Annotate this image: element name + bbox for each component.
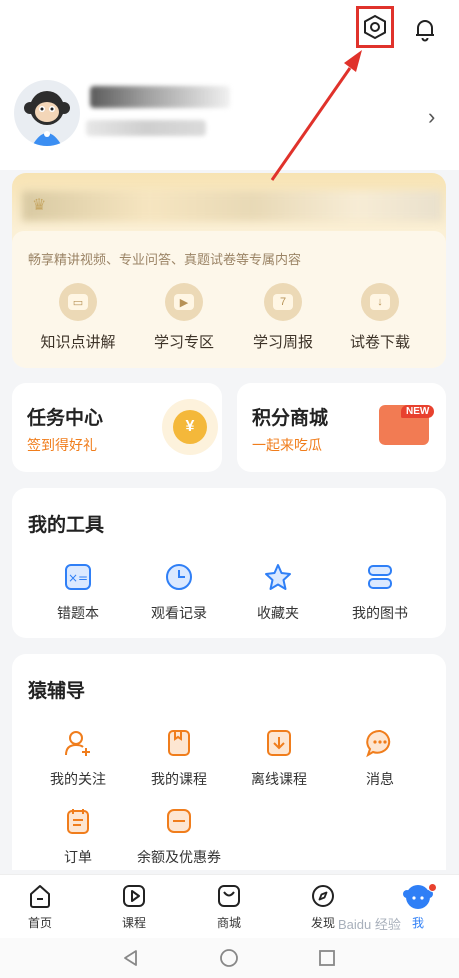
vip-item-weekly-report[interactable]: 7 学习周报 — [233, 283, 333, 352]
task-center-card[interactable]: 任务中心 签到得好礼 ¥ — [12, 383, 222, 472]
my-tools-card: 我的工具 ×= 错题本 观看记录 收藏夹 我的图书 — [12, 488, 446, 638]
vip-banner-blurred — [22, 191, 442, 221]
system-back-button[interactable] — [120, 947, 142, 969]
username-blurred — [90, 86, 230, 108]
tool-label: 消息 — [366, 771, 394, 787]
play-square-icon — [119, 881, 149, 911]
notification-button[interactable] — [410, 14, 440, 44]
tutor-card: 猿辅导 我的关注 我的课程 离线课程 消息 订单 余额及优惠券 — [12, 654, 446, 870]
back-triangle-icon — [124, 950, 137, 966]
tutor-my-courses[interactable]: 我的课程 — [129, 726, 229, 789]
tool-favorites[interactable]: 收藏夹 — [228, 560, 328, 623]
avatar[interactable] — [14, 80, 80, 146]
tutor-title: 猿辅导 — [28, 681, 86, 702]
crown-icon: ♛ — [32, 197, 47, 214]
task-center-title: 任务中心 — [27, 408, 104, 429]
star-icon — [261, 560, 295, 594]
tutor-following[interactable]: 我的关注 — [28, 726, 128, 789]
vip-item-label: 知识点讲解 — [40, 334, 116, 351]
chevron-right-icon: › — [428, 104, 436, 129]
vip-item-label: 学习周报 — [252, 334, 313, 351]
shop-icon — [214, 881, 244, 911]
bell-icon — [416, 20, 434, 42]
home-circle-icon — [220, 949, 238, 967]
vip-item-knowledge[interactable]: ▭ 知识点讲解 — [28, 283, 128, 352]
tool-wrong-questions[interactable]: ×= 错题本 — [28, 560, 128, 623]
knowledge-icon: ▭ — [59, 283, 97, 321]
tool-label: 观看记录 — [151, 605, 207, 621]
vip-benefits: 畅享精讲视频、专业问答、真题试卷等专属内容 ▭ 知识点讲解 ▶ 学习专区 7 学… — [12, 231, 446, 368]
download-icon: ↓ — [361, 283, 399, 321]
tab-courses[interactable]: 课程 — [94, 881, 174, 931]
tutor-offline-courses[interactable]: 离线课程 — [229, 726, 329, 789]
tab-label: 首页 — [27, 916, 52, 930]
tool-label: 订单 — [64, 849, 92, 865]
tab-home[interactable]: 首页 — [0, 881, 80, 931]
tab-mall[interactable]: 商城 — [189, 881, 269, 931]
vip-card[interactable]: ♛ 畅享精讲视频、专业问答、真题试卷等专属内容 ▭ 知识点讲解 ▶ 学习专区 7… — [12, 173, 446, 368]
tool-label: 我的课程 — [151, 771, 207, 787]
message-icon — [363, 726, 397, 760]
wrong-book-icon: ×= — [61, 560, 95, 594]
weekly-report-icon: 7 — [264, 283, 302, 321]
baidu-watermark: Baidu 经验 — [338, 917, 401, 932]
compass-icon — [308, 881, 338, 911]
new-badge: NEW — [401, 405, 435, 418]
system-home-button[interactable] — [218, 947, 240, 969]
books-icon — [363, 560, 397, 594]
wallet-icon — [162, 804, 196, 838]
vip-item-study-zone[interactable]: ▶ 学习专区 — [134, 283, 234, 352]
tool-label: 离线课程 — [251, 771, 307, 787]
notification-dot — [428, 883, 437, 892]
my-tools-title: 我的工具 — [28, 515, 105, 536]
tool-watch-history[interactable]: 观看记录 — [129, 560, 229, 623]
clock-icon — [162, 560, 196, 594]
tool-label: 余额及优惠券 — [137, 849, 221, 865]
settings-icon — [364, 14, 386, 40]
home-icon — [25, 881, 55, 911]
offline-download-icon — [262, 726, 296, 760]
course-book-icon — [162, 726, 196, 760]
tool-my-books[interactable]: 我的图书 — [330, 560, 430, 623]
order-icon — [61, 804, 95, 838]
svg-text:×=: ×= — [68, 571, 88, 585]
tutor-balance-coupons[interactable]: 余额及优惠券 — [129, 804, 229, 867]
recents-square-icon — [319, 950, 335, 966]
tab-label: 课程 — [121, 916, 146, 930]
tool-label: 收藏夹 — [257, 605, 299, 621]
profile-header[interactable]: › — [0, 60, 459, 170]
tutor-messages[interactable]: 消息 — [330, 726, 430, 789]
vip-description: 畅享精讲视频、专业问答、真题试卷等专属内容 — [28, 252, 302, 267]
settings-button[interactable] — [356, 6, 394, 48]
system-nav-bar — [0, 938, 459, 978]
tutor-orders[interactable]: 订单 — [28, 804, 128, 867]
tool-label: 错题本 — [57, 605, 99, 621]
vip-item-paper-download[interactable]: ↓ 试卷下载 — [330, 283, 430, 352]
system-recents-button[interactable] — [316, 947, 338, 969]
tool-label: 我的关注 — [50, 771, 106, 787]
person-add-icon — [61, 726, 95, 760]
vip-item-label: 学习专区 — [153, 334, 214, 351]
tab-label: 商城 — [216, 916, 241, 930]
points-mall-subtitle: 一起来吃瓜 — [252, 437, 322, 453]
coin-icon: ¥ — [162, 399, 218, 455]
points-mall-card[interactable]: 积分商城 一起来吃瓜 NEW — [237, 383, 446, 472]
user-subtitle-blurred — [86, 120, 206, 136]
vip-item-label: 试卷下载 — [349, 334, 410, 351]
points-mall-title: 积分商城 — [252, 408, 329, 429]
task-center-subtitle: 签到得好礼 — [27, 437, 97, 453]
play-icon: ▶ — [165, 283, 203, 321]
tool-label: 我的图书 — [352, 605, 408, 621]
